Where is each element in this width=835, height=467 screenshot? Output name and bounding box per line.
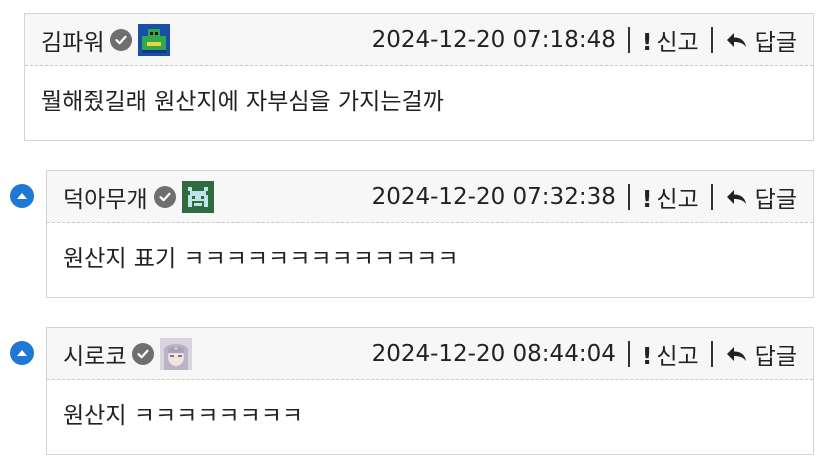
reply-label: 답글	[754, 30, 797, 56]
check-circle-icon	[153, 186, 176, 208]
comment-card: 덕아무개 2024-12-20 07:32:38 ! 신고 답글 원산지 표기 …	[46, 170, 814, 298]
check-circle-icon	[110, 29, 133, 51]
anime-girl-avatar[interactable]	[160, 338, 193, 370]
check-circle-icon	[132, 343, 155, 365]
author-name[interactable]: 시로코	[63, 337, 126, 371]
reply-button[interactable]: 답글	[725, 180, 797, 214]
comment-meta: 2024-12-20 07:18:48 ! 신고 답글	[372, 14, 797, 66]
comment-header: 덕아무개 2024-12-20 07:32:38 ! 신고 답글	[47, 171, 813, 223]
exclamation-icon: !	[641, 30, 653, 56]
comment-body: 뭘해줬길래 원산지에 자부심을 가지는걸까	[41, 89, 444, 115]
report-button[interactable]: ! 신고	[642, 180, 699, 214]
reply-button[interactable]: 답글	[725, 23, 797, 57]
reply-arrow-icon	[726, 33, 746, 47]
divider	[710, 184, 713, 210]
collapse-toggle[interactable]	[10, 184, 34, 208]
comment-header: 김파워 2024-12-20 07:18:48 ! 신고 답글	[25, 14, 813, 66]
comment-body: 원산지 표기 ㅋㅋㅋㅋㅋㅋㅋㅋㅋㅋㅋㅋㅋ	[63, 246, 459, 272]
reply-label: 답글	[754, 344, 797, 370]
comment-card: 김파워 2024-12-20 07:18:48 ! 신고 답글 뭘해줬길래 원산…	[24, 13, 814, 141]
comment-timestamp: 2024-12-20 07:18:48	[371, 27, 616, 53]
chevron-up-icon	[17, 193, 27, 199]
comment-timestamp: 2024-12-20 08:44:04	[371, 341, 616, 367]
divider	[710, 27, 713, 53]
author-block: 시로코	[63, 328, 193, 380]
author-name[interactable]: 덕아무개	[63, 180, 148, 214]
reply-arrow-icon	[726, 190, 746, 204]
comment-header: 시로코 2024-12-20 08:44:04 ! 신고 답글	[47, 328, 813, 380]
reply-button[interactable]: 답글	[725, 337, 797, 371]
exclamation-icon: !	[641, 344, 653, 370]
report-button[interactable]: ! 신고	[642, 337, 699, 371]
author-block: 김파워	[41, 14, 171, 66]
author-block: 덕아무개	[63, 171, 214, 223]
divider	[710, 341, 713, 367]
reply-label: 답글	[754, 187, 797, 213]
report-label: 신고	[656, 344, 699, 370]
comment-body: 원산지 ㅋㅋㅋㅋㅋㅋㅋㅋ	[63, 403, 304, 429]
divider	[627, 341, 630, 367]
collapse-toggle[interactable]	[10, 341, 34, 365]
divider	[627, 184, 630, 210]
divider	[627, 27, 630, 53]
reply-arrow-icon	[726, 347, 746, 361]
comment-meta: 2024-12-20 08:44:04 ! 신고 답글	[372, 328, 797, 380]
author-name[interactable]: 김파워	[41, 23, 104, 57]
report-label: 신고	[656, 30, 699, 56]
green-robot-avatar[interactable]	[138, 24, 171, 56]
report-button[interactable]: ! 신고	[642, 23, 699, 57]
comment-meta: 2024-12-20 07:32:38 ! 신고 답글	[372, 171, 797, 223]
comment-timestamp: 2024-12-20 07:32:38	[371, 184, 616, 210]
chevron-up-icon	[17, 350, 27, 356]
pixel-creature-avatar[interactable]	[181, 181, 214, 213]
exclamation-icon: !	[641, 187, 653, 213]
report-label: 신고	[656, 187, 699, 213]
comment-card: 시로코 2024-12-20 08:44:04 ! 신고 답글 원산지 ㅋㅋㅋㅋ…	[46, 327, 814, 455]
